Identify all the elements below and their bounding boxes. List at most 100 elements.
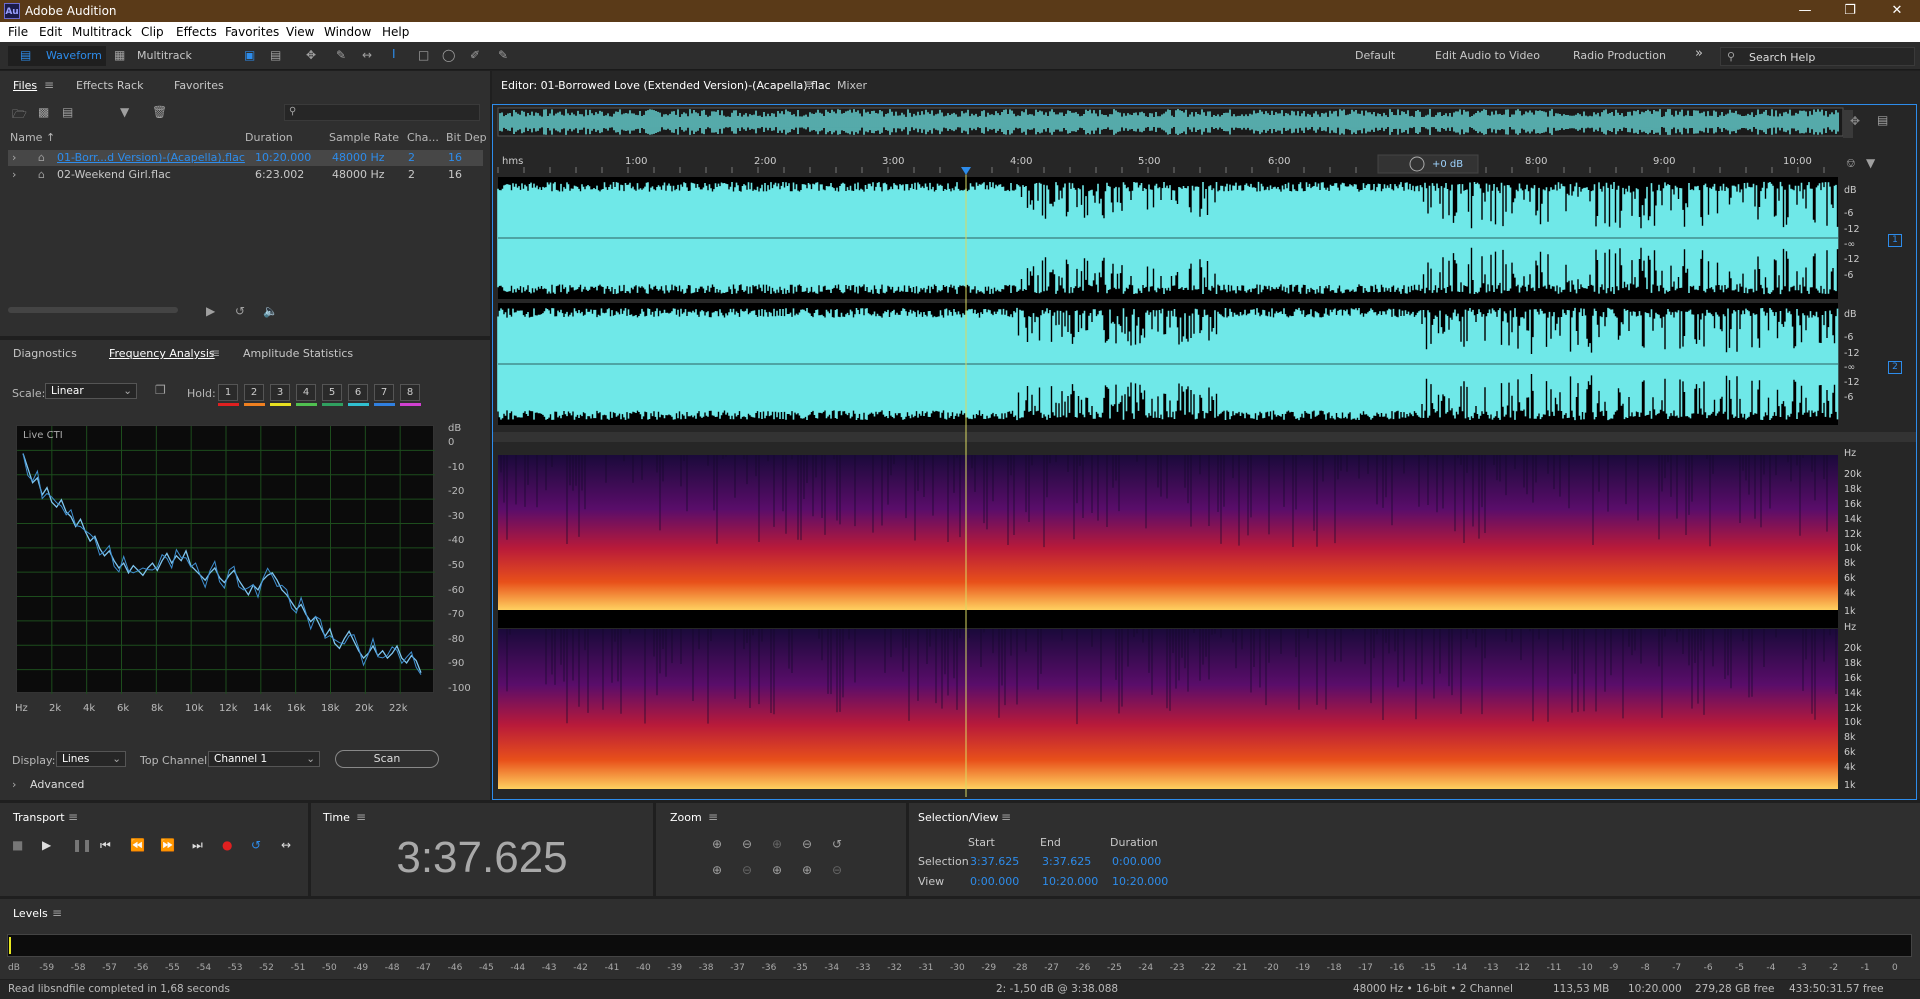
selection-end[interactable]: 3:37.625: [1042, 855, 1091, 868]
channel-2-toggle[interactable]: 2: [1888, 361, 1902, 374]
files-search-input[interactable]: ⚲: [284, 104, 480, 121]
panel-menu-icon[interactable]: ≡: [210, 346, 220, 360]
advanced-toggle[interactable]: Advanced: [30, 778, 84, 791]
copy-icon[interactable]: ❐: [155, 383, 166, 397]
lasso-icon[interactable]: ◯: [442, 48, 455, 62]
expand-icon[interactable]: ›: [12, 151, 16, 164]
panel-menu-icon[interactable]: ≡: [356, 810, 366, 824]
spot-heal-icon[interactable]: ✎: [498, 48, 508, 62]
chevron-right-icon[interactable]: ›: [12, 778, 16, 791]
tab-diagnostics[interactable]: Diagnostics: [13, 347, 77, 360]
table-row[interactable]: › ⌂ 01-Borr...d Version)-(Acapella).flac…: [8, 150, 483, 166]
zoom-out-time-icon[interactable]: ⊖: [802, 837, 812, 851]
delete-icon[interactable]: 🗑: [152, 105, 167, 119]
move-tool-icon[interactable]: ✥: [306, 48, 316, 62]
hold-button-8[interactable]: 8: [400, 384, 420, 401]
tab-amplitude-statistics[interactable]: Amplitude Statistics: [243, 347, 353, 360]
panel-menu-icon[interactable]: ≡: [52, 906, 62, 920]
razor-tool-icon[interactable]: ✎: [336, 48, 346, 62]
table-row[interactable]: › ⌂ 02-Weekend Girl.flac 6:23.002 48000 …: [8, 167, 483, 183]
restore-icon[interactable]: ❐: [1835, 2, 1865, 20]
tab-files[interactable]: Files: [13, 79, 37, 92]
hold-button-6[interactable]: 6: [348, 384, 368, 401]
hold-button-4[interactable]: 4: [296, 384, 316, 401]
scan-button[interactable]: Scan: [335, 750, 439, 768]
col-duration[interactable]: Duration: [245, 131, 293, 144]
workspace-default[interactable]: Default: [1355, 47, 1395, 65]
zoom-in-time-icon[interactable]: ⊕: [772, 837, 782, 851]
hold-button-7[interactable]: 7: [374, 384, 394, 401]
panel-menu-icon[interactable]: ≡: [68, 810, 78, 824]
waveform-button[interactable]: ▤ Waveform: [8, 46, 106, 66]
channel-1-toggle[interactable]: 1: [1888, 234, 1902, 247]
play-preview-icon[interactable]: ▶: [206, 304, 215, 318]
import-icon[interactable]: ▩: [38, 105, 49, 119]
loop-icon[interactable]: ↺: [251, 838, 261, 852]
workspace-radio-production[interactable]: Radio Production: [1573, 47, 1666, 65]
new-file-icon[interactable]: ▤: [62, 105, 73, 119]
loop-preview-icon[interactable]: ↺: [235, 304, 245, 318]
pitch-display-icon[interactable]: ▤: [270, 48, 281, 62]
minimize-icon[interactable]: —: [1790, 2, 1820, 20]
menu-edit[interactable]: Edit: [39, 25, 62, 39]
close-icon[interactable]: ✕: [1882, 2, 1912, 20]
headphones-icon[interactable]: ⎊: [1846, 156, 1856, 171]
expand-icon[interactable]: ›: [12, 168, 16, 181]
menu-view[interactable]: View: [286, 25, 314, 39]
view-duration[interactable]: 10:20.000: [1112, 875, 1168, 888]
col-bit-depth[interactable]: Bit Dep: [446, 131, 487, 144]
insert-icon[interactable]: ▼: [120, 105, 129, 119]
hold-button-1[interactable]: 1: [218, 384, 238, 401]
time-selection-icon[interactable]: I: [392, 47, 396, 61]
menu-multitrack[interactable]: Multitrack: [72, 25, 132, 39]
pause-icon[interactable]: ❚❚: [72, 838, 92, 852]
zoom-out-amplitude-icon[interactable]: ⊖: [742, 837, 752, 851]
selection-start[interactable]: 3:37.625: [970, 855, 1019, 868]
panel-menu-icon[interactable]: ≡: [708, 810, 718, 824]
menu-help[interactable]: Help: [382, 25, 409, 39]
col-name[interactable]: Name ↑: [10, 131, 55, 144]
skip-start-icon[interactable]: ⏮: [100, 838, 111, 853]
rewind-icon[interactable]: ⏪: [130, 838, 145, 852]
view-end[interactable]: 10:20.000: [1042, 875, 1098, 888]
col-channels[interactable]: Cha...: [407, 131, 439, 144]
top-channel-select[interactable]: Channel 1 ⌄: [208, 751, 320, 767]
zoom-in-left-icon[interactable]: ⊕: [772, 863, 782, 877]
brush-icon[interactable]: ✐: [470, 48, 480, 62]
col-sample-rate[interactable]: Sample Rate: [329, 131, 399, 144]
tab-effects-rack[interactable]: Effects Rack: [76, 79, 143, 92]
display-select[interactable]: Lines ⌄: [56, 751, 126, 767]
editor-menu-icon[interactable]: ▤: [1877, 113, 1888, 127]
hold-button-2[interactable]: 2: [244, 384, 264, 401]
zoom-in-point-icon[interactable]: ⊕: [712, 863, 722, 877]
zoom-in-amplitude-icon[interactable]: ⊕: [712, 837, 722, 851]
menu-clip[interactable]: Clip: [141, 25, 164, 39]
tab-frequency-analysis[interactable]: Frequency Analysis: [109, 347, 215, 360]
scale-select[interactable]: Linear ⌄: [45, 383, 137, 399]
skip-selection-icon[interactable]: ↔: [281, 838, 291, 852]
play-icon[interactable]: ▶: [42, 838, 51, 852]
workspace-edit-audio-to-video[interactable]: Edit Audio to Video: [1435, 47, 1540, 65]
marker-icon[interactable]: ▼: [1866, 156, 1875, 170]
editor-tab[interactable]: Editor: 01-Borrowed Love (Extended Versi…: [501, 79, 831, 92]
mixer-tab[interactable]: Mixer: [837, 79, 867, 92]
marquee-icon[interactable]: □: [418, 48, 429, 62]
menu-file[interactable]: File: [8, 25, 28, 39]
zoom-fit-icon[interactable]: ✥: [1850, 114, 1860, 128]
selection-duration[interactable]: 0:00.000: [1112, 855, 1161, 868]
multitrack-button[interactable]: Multitrack: [137, 47, 192, 65]
search-help-field[interactable]: ⚲ Search Help: [1720, 47, 1915, 66]
slip-tool-icon[interactable]: ↔: [362, 48, 372, 62]
hold-button-5[interactable]: 5: [322, 384, 342, 401]
autoplay-icon[interactable]: 🔈: [263, 304, 278, 318]
horizontal-scrollbar[interactable]: [8, 307, 178, 313]
panel-menu-icon[interactable]: ≡: [1001, 810, 1011, 824]
stop-icon[interactable]: ■: [12, 838, 23, 852]
zoom-in-right-icon[interactable]: ⊕: [802, 863, 812, 877]
zoom-full-icon[interactable]: ↺: [832, 837, 842, 851]
spectral-display-icon[interactable]: ▣: [244, 48, 255, 62]
zoom-selection-icon[interactable]: ⊖: [742, 863, 752, 877]
tab-favorites[interactable]: Favorites: [174, 79, 224, 92]
menu-effects[interactable]: Effects: [176, 25, 217, 39]
hold-button-3[interactable]: 3: [270, 384, 290, 401]
